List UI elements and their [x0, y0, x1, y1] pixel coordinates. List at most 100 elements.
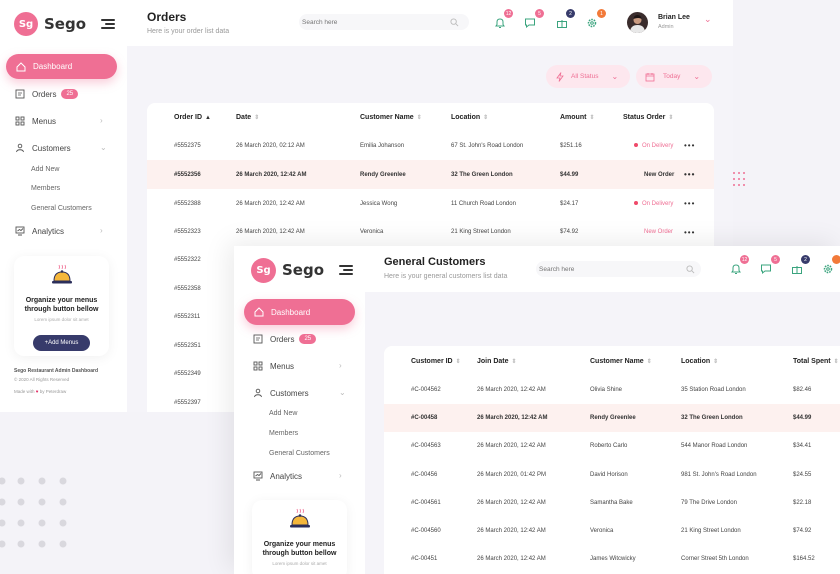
location: 21 King Street London — [451, 229, 511, 235]
cloche-icon — [289, 508, 310, 528]
sidebar-item-menus[interactable]: Menus — [253, 361, 294, 371]
gift-icon[interactable] — [791, 263, 803, 275]
sidebar-item-orders[interactable]: Orders 25 — [15, 89, 79, 99]
search-input[interactable] — [299, 14, 469, 30]
order-date: 26 March 2020, 12:42 AM — [236, 200, 305, 207]
sort-icon: ⇕ — [589, 114, 595, 121]
sort-icon: ⇕ — [668, 114, 674, 121]
gear-icon[interactable] — [822, 263, 834, 275]
gift-badge: 2 — [566, 9, 575, 18]
search-input[interactable] — [536, 261, 701, 277]
order-id: #5552388 — [174, 200, 201, 207]
search-icon[interactable] — [450, 18, 459, 27]
sidebar-item-customers[interactable]: Customers — [253, 388, 309, 398]
column-header[interactable]: Customer Name ⇕ — [351, 103, 442, 131]
subnav-members[interactable]: Members — [31, 185, 60, 192]
table-row[interactable]: #5552375 26 March 2020, 02:12 AM Emilia … — [147, 131, 714, 160]
column-header[interactable]: Order ID ▲ — [147, 103, 236, 131]
more-menu[interactable]: ••• — [684, 189, 714, 218]
subnav-members[interactable]: Members — [269, 430, 298, 437]
customer-name: Rendy Greenlee — [590, 415, 636, 421]
order-id: #5552322 — [174, 257, 201, 263]
column-header[interactable]: Join Date ⇕ — [477, 346, 583, 376]
hamburger-icon[interactable] — [101, 19, 115, 29]
table-row[interactable]: #C-004563 26 March 2020, 12:42 AM Robert… — [384, 432, 840, 460]
sidebar-item-analytics[interactable]: Analytics — [15, 226, 64, 236]
customer-id: #C-00451 — [411, 556, 438, 562]
total-spent: $34.41 — [793, 443, 812, 449]
user-avatar[interactable] — [627, 12, 648, 33]
column-header-label: Customer Name — [590, 357, 644, 365]
status-label: New Order — [644, 229, 674, 235]
column-header[interactable]: Location ⇕ — [674, 346, 786, 376]
subnav-add-new[interactable]: Add New — [31, 166, 59, 173]
hamburger-icon[interactable] — [339, 265, 353, 275]
order-date: 26 March 2020, 12:42 AM — [236, 171, 307, 178]
chat-badge: 5 — [771, 255, 780, 264]
sidebar-item-customers[interactable]: Customers — [15, 143, 71, 153]
column-header[interactable]: Status Order ⇕ — [614, 103, 684, 131]
sidebar-item-menus[interactable]: Menus — [15, 116, 56, 126]
bell-icon[interactable] — [494, 17, 506, 29]
orders-count-badge: 25 — [61, 89, 79, 99]
more-menu[interactable]: ••• — [684, 131, 714, 160]
table-row[interactable]: #5552323 26 March 2020, 12:42 AM Veronic… — [147, 218, 714, 246]
date-filter[interactable]: Today ⌄ — [636, 65, 712, 88]
column-header-actions — [684, 103, 714, 131]
sidebar-item-dashboard[interactable]: Dashboard — [244, 299, 355, 325]
sidebar-item-orders[interactable]: Orders 25 — [253, 334, 317, 344]
sidebar-item-label: Orders — [270, 334, 295, 344]
customers-icon — [16, 143, 24, 153]
chevron-right-icon: › — [100, 116, 103, 125]
order-id: #5552349 — [174, 371, 201, 377]
subnav-general-customers[interactable]: General Customers — [269, 450, 330, 457]
sidebar-item-analytics[interactable]: Analytics — [253, 471, 302, 481]
column-header[interactable]: Customer ID ⇕ — [384, 346, 477, 376]
amount: $44.99 — [560, 171, 579, 178]
column-header[interactable]: Amount ⇕ — [551, 103, 614, 131]
promo-subtitle: Lorem ipsum dolor sit amet — [272, 561, 327, 566]
grid-icon — [15, 116, 25, 126]
sidebar-item-dashboard[interactable]: Dashboard — [6, 54, 117, 79]
more-menu[interactable]: ••• — [684, 160, 714, 189]
status-label: New Order — [644, 171, 675, 178]
location: 35 Station Road London — [681, 387, 746, 393]
table-row[interactable]: #C-004560 26 March 2020, 12:42 AM Veroni… — [384, 517, 840, 545]
status-filter-label: All Status — [571, 73, 599, 80]
more-menu[interactable]: ••• — [684, 218, 714, 246]
table-row[interactable]: #5552356 26 March 2020, 12:42 AM Rendy G… — [147, 160, 714, 189]
bell-icon[interactable] — [730, 263, 742, 275]
column-header[interactable]: Location ⇕ — [442, 103, 551, 131]
subnav-add-new[interactable]: Add New — [269, 410, 297, 417]
table-row[interactable]: #C-004561 26 March 2020, 12:42 AM Samant… — [384, 489, 840, 517]
order-id: #5552323 — [174, 229, 201, 235]
column-header-label: Location — [451, 113, 481, 121]
gear-icon[interactable] — [586, 17, 598, 29]
chevron-right-icon: › — [339, 361, 342, 370]
column-header[interactable]: Total Spent ⇕ — [786, 346, 840, 376]
footer-app-name: Sego Restaurant Admin Dashboard — [14, 368, 98, 374]
search-icon[interactable] — [686, 265, 695, 274]
status-filter[interactable]: All Status ⌄ — [546, 65, 630, 88]
sort-icon: ⇕ — [455, 358, 461, 365]
order-id: #5552397 — [174, 399, 201, 406]
table-row[interactable]: #5552388 26 March 2020, 12:42 AM Jessica… — [147, 189, 714, 218]
table-row[interactable]: #C-00451 26 March 2020, 12:42 AM James W… — [384, 545, 840, 573]
table-row[interactable]: #C-004562 26 March 2020, 12:42 AM Olivia… — [384, 376, 840, 404]
join-date: 26 March 2020, 12:42 AM — [477, 415, 548, 421]
chat-icon[interactable] — [760, 263, 772, 275]
chevron-down-icon[interactable]: ⌄ — [704, 14, 712, 25]
gift-icon[interactable] — [556, 17, 568, 29]
column-header[interactable]: Customer Name ⇕ — [583, 346, 674, 376]
date-filter-label: Today — [663, 73, 681, 80]
column-header[interactable]: Date ⇕ — [236, 103, 351, 131]
table-row[interactable]: #C-00456 26 March 2020, 01:42 PM David H… — [384, 460, 840, 489]
status-label: On Delivery — [642, 142, 674, 149]
chevron-down-icon: ⌄ — [339, 388, 346, 397]
chevron-down-icon: ⌄ — [693, 72, 701, 81]
add-menus-button[interactable]: +Add Menus — [32, 335, 91, 351]
chat-icon[interactable] — [524, 17, 536, 29]
subnav-general-customers[interactable]: General Customers — [31, 205, 92, 212]
table-row[interactable]: #C-00458 26 March 2020, 12:42 AM Rendy G… — [384, 404, 840, 432]
order-id: #5552311 — [174, 314, 201, 320]
